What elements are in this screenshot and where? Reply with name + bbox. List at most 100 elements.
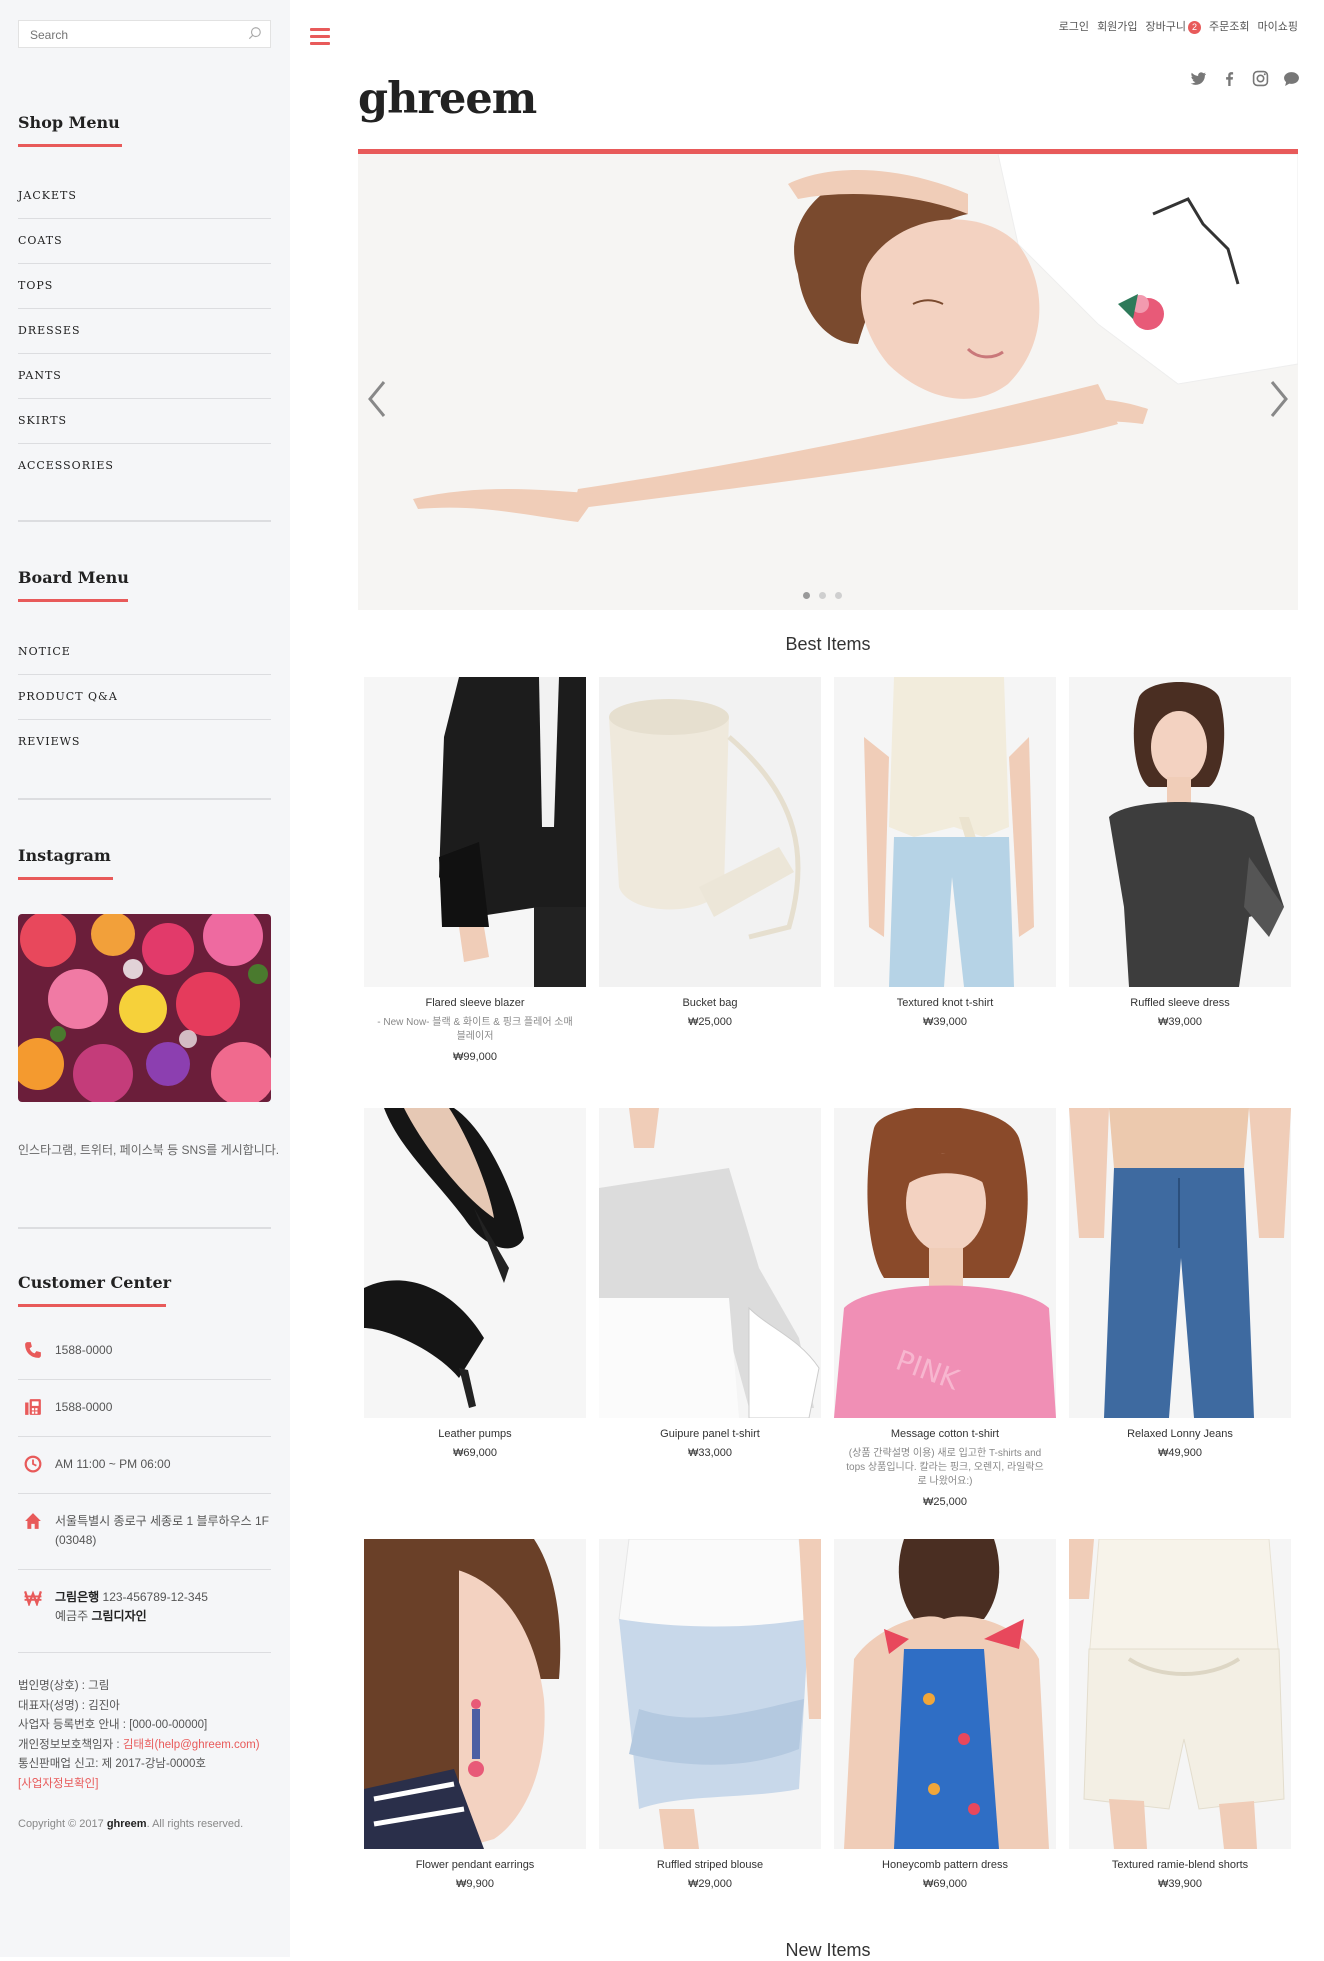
instagram-icon[interactable] (1252, 70, 1269, 87)
product-card[interactable]: Ruffled sleeve dress ₩39,000 (1069, 677, 1291, 1063)
product-card[interactable]: Textured ramie-blend shorts ₩39,900 (1069, 1539, 1291, 1890)
product-image[interactable] (599, 677, 821, 987)
business-reg-number: 사업자 등록번호 안내 : [000-00-00000] (18, 1719, 208, 1731)
cart-label: 장바구니 (1145, 21, 1187, 33)
join-link[interactable]: 회원가입 (1097, 18, 1137, 34)
shop-menu-item-pants[interactable]: PANTS (18, 354, 271, 399)
instagram-underline (18, 877, 113, 880)
instagram-description: 인스타그램, 트위터, 페이스북 등 SNS를 게시합니다. (18, 1143, 280, 1157)
product-image[interactable] (599, 1108, 821, 1418)
product-image[interactable]: PINK (834, 1108, 1056, 1418)
login-link[interactable]: 로그인 (1059, 18, 1089, 34)
search-icon[interactable] (248, 26, 262, 40)
product-card[interactable]: PINK Message cotton t-shirt (상품 간략설명 이용)… (834, 1108, 1056, 1508)
product-grid-row: Flared sleeve blazer - New Now- 블랙 & 화이트… (364, 677, 1292, 1063)
fax-row: 1588-0000 (18, 1379, 271, 1437)
privacy-officer: 개인정보보호책임자 : 김태희(help@ghreem.com) (18, 1736, 260, 1756)
product-card[interactable]: Bucket bag ₩25,000 (599, 677, 821, 1063)
product-name[interactable]: Ruffled striped blouse (599, 1859, 821, 1871)
clock-icon (24, 1455, 42, 1473)
search-box (18, 20, 271, 48)
product-image[interactable] (1069, 1108, 1291, 1418)
top-navigation: 로그인 회원가입 장바구니 2 주문조회 마이쇼핑 (1059, 18, 1298, 34)
board-menu-item-reviews[interactable]: REVIEWS (18, 720, 271, 764)
chat-bubble-icon[interactable] (1283, 70, 1300, 87)
slider-prev-arrow-icon[interactable] (366, 379, 388, 419)
business-info: 법인명(상호) : 그림 대표자(성명) : 김진아 사업자 등록번호 안내 :… (18, 1677, 260, 1794)
shop-menu-item-accessories[interactable]: ACCESSORIES (18, 444, 271, 488)
product-image[interactable] (364, 1539, 586, 1849)
product-image[interactable] (364, 677, 586, 987)
board-menu-item-notice[interactable]: NOTICE (18, 630, 271, 675)
cart-link[interactable]: 장바구니 2 (1145, 18, 1202, 34)
product-image[interactable] (364, 1108, 586, 1418)
product-name[interactable]: Flared sleeve blazer (364, 997, 586, 1009)
shop-menu-title: Shop Menu (18, 113, 120, 132)
product-name[interactable]: Honeycomb pattern dress (834, 1859, 1056, 1871)
slider-dot[interactable] (819, 592, 826, 599)
shop-menu-item-skirts[interactable]: SKIRTS (18, 399, 271, 444)
shop-menu-item-jackets[interactable]: JACKETS (18, 174, 271, 219)
product-name[interactable]: Textured ramie-blend shorts (1069, 1859, 1291, 1871)
home-icon (25, 1513, 41, 1529)
my-shopping-link[interactable]: 마이쇼핑 (1258, 18, 1298, 34)
twitter-icon[interactable] (1190, 70, 1207, 87)
company-name: 법인명(상호) : 그림 (18, 1680, 110, 1692)
account-holder: 그림디자인 (91, 1609, 147, 1623)
business-info-check-link[interactable]: [사업자정보확인] (18, 1775, 260, 1795)
hours-row: AM 11:00 ~ PM 06:00 (18, 1436, 271, 1494)
product-price: ₩69,000 (452, 1447, 498, 1459)
instagram-image[interactable] (18, 914, 271, 1102)
product-name[interactable]: Leather pumps (364, 1428, 586, 1440)
slider-dot[interactable] (835, 592, 842, 599)
facebook-icon[interactable] (1221, 70, 1238, 87)
hamburger-menu-icon[interactable] (310, 28, 330, 46)
product-image[interactable] (834, 1539, 1056, 1849)
board-menu-underline (18, 599, 128, 602)
product-card[interactable]: Flower pendant earrings ₩9,900 (364, 1539, 586, 1890)
product-name[interactable]: Message cotton t-shirt (834, 1428, 1056, 1440)
bank-info: 그림은행 123-456789-12-345 예금주 그림디자인 (55, 1588, 208, 1626)
privacy-officer-link[interactable]: 김태희(help@ghreem.com) (123, 1739, 260, 1751)
product-name[interactable]: Relaxed Lonny Jeans (1069, 1428, 1291, 1440)
product-card[interactable]: Flared sleeve blazer - New Now- 블랙 & 화이트… (364, 677, 586, 1063)
product-image[interactable] (1069, 677, 1291, 987)
product-card[interactable]: Relaxed Lonny Jeans ₩49,900 (1069, 1108, 1291, 1508)
product-name[interactable]: Flower pendant earrings (364, 1859, 586, 1871)
product-name[interactable]: Bucket bag (599, 997, 821, 1009)
shop-menu-item-dresses[interactable]: DRESSES (18, 309, 271, 354)
bank-name: 그림은행 (55, 1590, 100, 1604)
divider (18, 520, 271, 522)
best-items-title: Best Items (785, 634, 871, 654)
slider-dot[interactable] (803, 592, 810, 599)
business-hours: AM 11:00 ~ PM 06:00 (55, 1457, 171, 1471)
product-card[interactable]: Guipure panel t-shirt ₩33,000 (599, 1108, 821, 1508)
orders-link[interactable]: 주문조회 (1209, 18, 1249, 34)
product-price: ₩25,000 (687, 1016, 733, 1028)
product-name[interactable]: Ruffled sleeve dress (1069, 997, 1291, 1009)
search-input[interactable] (28, 27, 232, 43)
product-image[interactable] (834, 677, 1056, 987)
slider-next-arrow-icon[interactable] (1268, 379, 1290, 419)
product-name[interactable]: Textured knot t-shirt (834, 997, 1056, 1009)
product-price: ₩99,000 (452, 1051, 498, 1063)
product-image[interactable] (599, 1539, 821, 1849)
product-card[interactable]: Ruffled striped blouse ₩29,000 (599, 1539, 821, 1890)
ceo-name: 대표자(성명) : 김진아 (18, 1699, 120, 1712)
product-name[interactable]: Guipure panel t-shirt (599, 1428, 821, 1440)
product-card[interactable]: Leather pumps ₩69,000 (364, 1108, 586, 1508)
shop-menu-item-coats[interactable]: COATS (18, 219, 271, 264)
phone-icon (25, 1342, 41, 1358)
site-logo[interactable]: ghreem (358, 74, 537, 124)
product-price: ₩39,000 (922, 1016, 968, 1028)
phone-number[interactable]: 1588-0000 (55, 1341, 112, 1360)
product-image[interactable] (1069, 1539, 1291, 1849)
shop-menu-item-tops[interactable]: TOPS (18, 264, 271, 309)
product-price: ₩29,000 (687, 1878, 733, 1890)
address: 서울특별시 종로구 세종로 1 블루하우스 1F (03048) (55, 1512, 269, 1550)
product-card[interactable]: Honeycomb pattern dress ₩69,000 (834, 1539, 1056, 1890)
shop-menu-underline (18, 144, 122, 147)
hero-slider[interactable] (358, 154, 1298, 610)
board-menu-item-product-qa[interactable]: PRODUCT Q&A (18, 675, 271, 720)
product-card[interactable]: Textured knot t-shirt ₩39,000 (834, 677, 1056, 1063)
